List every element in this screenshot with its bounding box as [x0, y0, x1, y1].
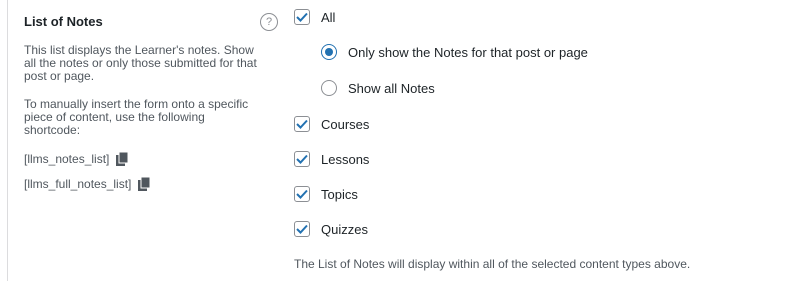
shortcode-text: [llms_notes_list] — [24, 152, 110, 166]
checkbox-courses[interactable]: Courses — [294, 116, 369, 132]
radio-show-all-notes[interactable]: Show all Notes — [321, 80, 435, 96]
checkbox-lessons-box[interactable] — [294, 151, 310, 167]
checkbox-all-box[interactable] — [294, 9, 310, 25]
shortcode-notes-list: [llms_notes_list] — [24, 151, 129, 166]
radio-only-this-post-button[interactable] — [321, 44, 337, 60]
shortcode-instructions: To manually insert the form onto a speci… — [24, 97, 249, 137]
checkbox-topics-box[interactable] — [294, 186, 310, 202]
checkbox-lessons[interactable]: Lessons — [294, 151, 369, 167]
checkbox-topics[interactable]: Topics — [294, 186, 358, 202]
checkbox-topics-label: Topics — [321, 186, 358, 202]
check-icon — [296, 154, 308, 164]
checkbox-courses-label: Courses — [321, 116, 370, 132]
radio-show-all-notes-button[interactable] — [321, 80, 337, 96]
footnote-text: The List of Notes will display within al… — [294, 257, 691, 271]
copy-icon[interactable] — [116, 151, 129, 166]
checkbox-quizzes-box[interactable] — [294, 221, 310, 237]
checkbox-all-label: All — [321, 9, 336, 25]
settings-panel: List of Notes This list displays the Lea… — [0, 0, 800, 281]
section-description: This list displays the Learner's notes. … — [24, 43, 257, 83]
shortcode-full-notes-list: [llms_full_notes_list] — [24, 176, 151, 191]
checkbox-lessons-label: Lessons — [321, 151, 370, 167]
check-icon — [296, 12, 308, 22]
help-icon[interactable]: ? — [260, 13, 278, 31]
checkbox-quizzes-label: Quizzes — [321, 221, 368, 237]
check-icon — [296, 119, 308, 129]
check-icon — [296, 189, 308, 199]
copy-icon[interactable] — [138, 176, 151, 191]
section-title: List of Notes — [24, 14, 103, 29]
checkbox-all[interactable]: All — [294, 9, 335, 25]
checkbox-quizzes[interactable]: Quizzes — [294, 221, 368, 237]
radio-show-all-notes-label: Show all Notes — [348, 80, 435, 96]
radio-only-this-post-label: Only show the Notes for that post or pag… — [348, 44, 588, 60]
radio-only-this-post[interactable]: Only show the Notes for that post or pag… — [321, 44, 588, 60]
shortcode-text: [llms_full_notes_list] — [24, 177, 132, 191]
radio-selected-dot — [325, 48, 333, 56]
checkbox-courses-box[interactable] — [294, 116, 310, 132]
check-icon — [296, 224, 308, 234]
panel-border — [7, 0, 8, 281]
